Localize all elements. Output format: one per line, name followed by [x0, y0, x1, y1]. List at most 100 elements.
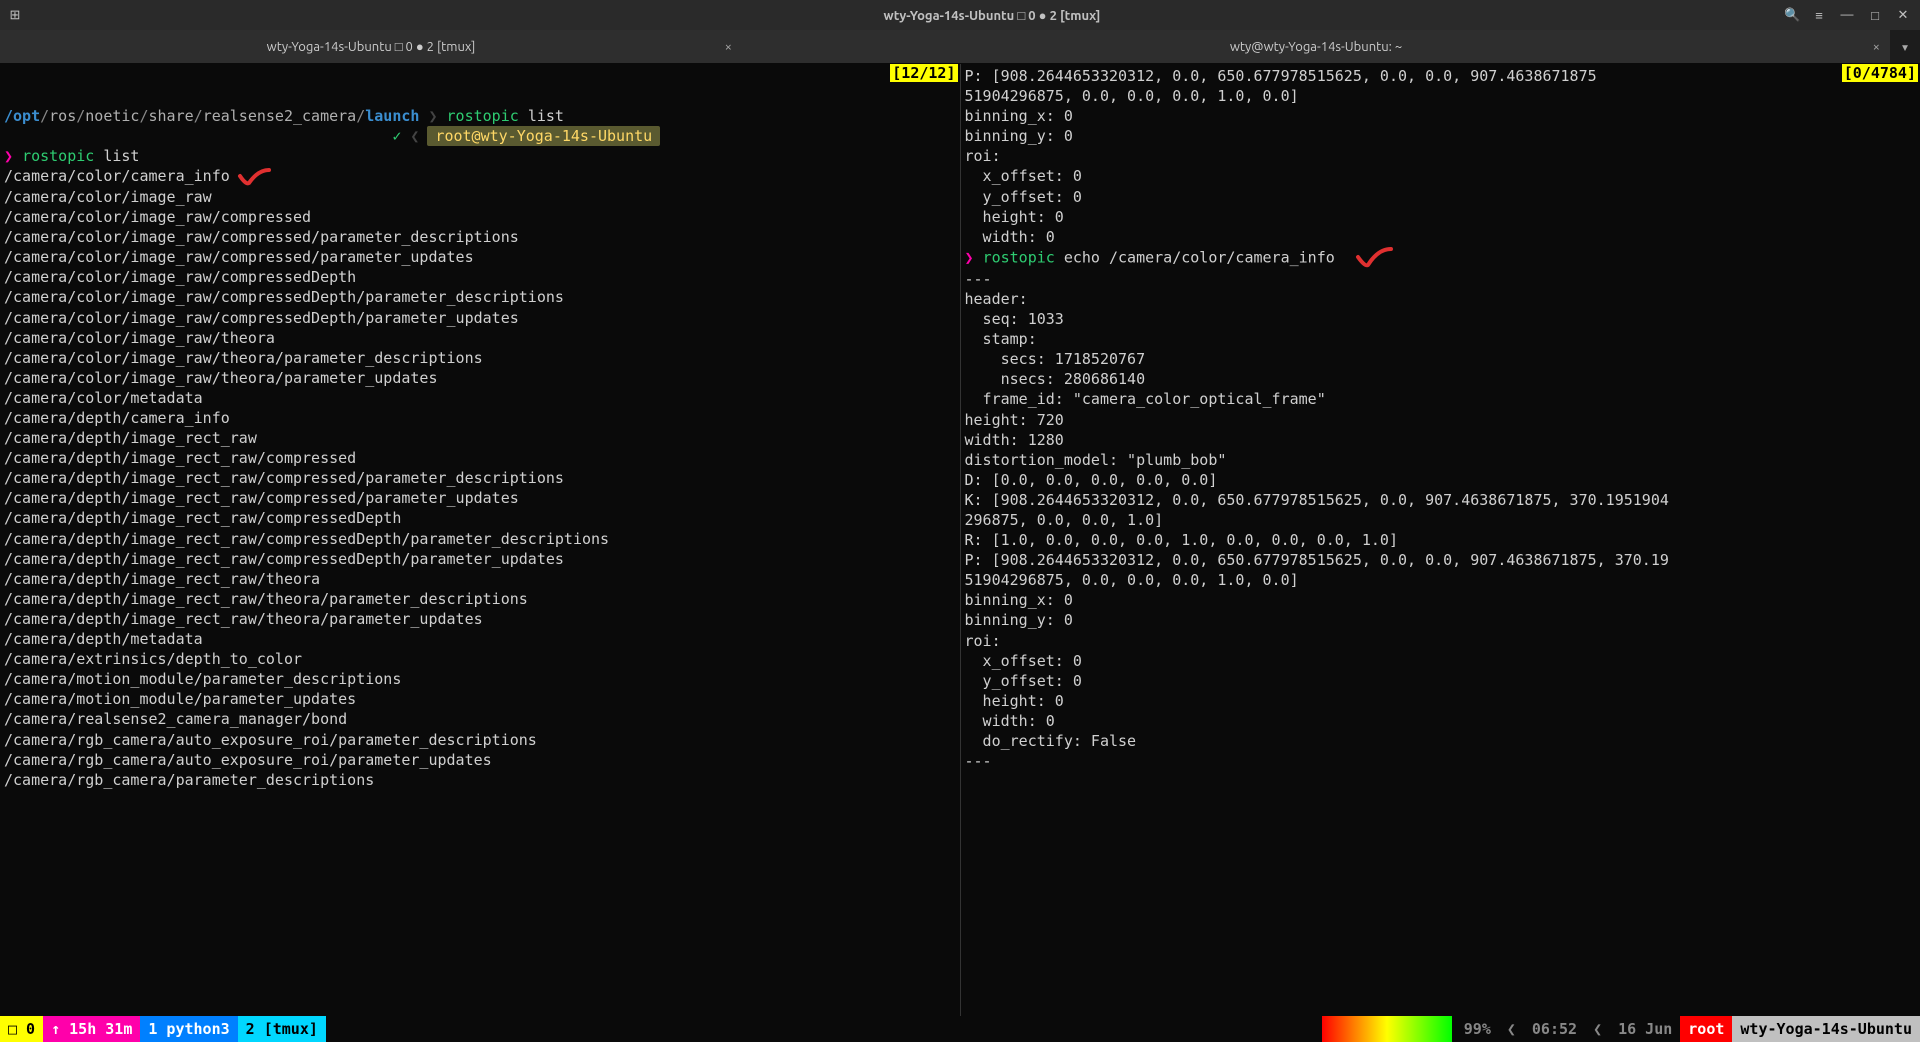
topic-line: /camera/color/image_raw/compressedDepth/… [0, 308, 960, 328]
topic-line: /camera/color/image_raw/theora [0, 328, 960, 348]
topic-line: /camera/depth/image_rect_raw/compressed/… [0, 468, 960, 488]
left-counter-badge: [12/12] [890, 64, 957, 82]
output-line: do_rectify: False [961, 731, 1920, 751]
output-line: y_offset: 0 [961, 187, 1920, 207]
topic-line: /camera/extrinsics/depth_to_color [0, 649, 960, 669]
topic-line: /camera/depth/image_rect_raw/theora/para… [0, 589, 960, 609]
topic-line: /camera/color/image_raw/compressed/param… [0, 227, 960, 247]
output-line: frame_id: "camera_color_optical_frame" [961, 389, 1920, 409]
output-line: --- [961, 751, 1920, 771]
topics-list: /camera/color/camera_info/camera/color/i… [0, 166, 960, 789]
topic-line: /camera/depth/image_rect_raw/compressed/… [0, 488, 960, 508]
sb-battery-gradient [1322, 1016, 1452, 1042]
topic-line: /camera/realsense2_camera_manager/bond [0, 709, 960, 729]
new-tab-icon[interactable]: ⊞ [8, 8, 22, 23]
output-line: P: [908.2644653320312, 0.0, 650.67797851… [961, 550, 1920, 570]
window-title: wty-Yoga-14s-Ubuntu □ 0 ● 2 [tmux] [200, 8, 1784, 23]
topic-line: /camera/color/image_raw [0, 187, 960, 207]
topic-line: /camera/color/image_raw/compressed/param… [0, 247, 960, 267]
tab-dropdown-icon[interactable]: ▾ [1890, 30, 1920, 63]
left-pane[interactable]: [12/12] /opt/ros/noetic/share/realsense2… [0, 64, 961, 1016]
right-body-output: --- header: seq: 1033 stamp: secs: 171852… [961, 269, 1920, 791]
output-line: 51904296875, 0.0, 0.0, 0.0, 1.0, 0.0] [961, 86, 1920, 106]
blank-line [0, 86, 960, 106]
output-line: R: [1.0, 0.0, 0.0, 0.0, 1.0, 0.0, 0.0, 0… [961, 530, 1920, 550]
right-prompt-line: ❯ rostopic echo /camera/color/camera_inf… [961, 247, 1920, 269]
topic-line: /camera/depth/image_rect_raw/compressedD… [0, 549, 960, 569]
user-badge-line: ✓ ❮root@wty-Yoga-14s-Ubuntu [0, 126, 960, 146]
tmux-statusbar: □ 0 ↑ 15h 31m 1 python3 2 [tmux] 99% ❮ 0… [0, 1016, 1920, 1042]
path-root: /opt [4, 107, 40, 125]
output-line: distortion_model: "plumb_bob" [961, 450, 1920, 470]
topic-line: /camera/color/image_raw/theora/parameter… [0, 348, 960, 368]
topic-line: /camera/depth/image_rect_raw/compressedD… [0, 529, 960, 549]
topic-line: /camera/depth/metadata [0, 629, 960, 649]
tab-bar: wty-Yoga-14s-Ubuntu □ 0 ● 2 [tmux] × wty… [0, 30, 1920, 64]
output-line: binning_y: 0 [961, 126, 1920, 146]
output-line: stamp: [961, 329, 1920, 349]
output-line: seq: 1033 [961, 309, 1920, 329]
output-line: y_offset: 0 [961, 671, 1920, 691]
right-top-output: P: [908.2644653320312, 0.0, 650.67797851… [961, 66, 1920, 247]
check-icon: ✓ [392, 127, 401, 145]
topic-line: /camera/depth/image_rect_raw/compressed [0, 448, 960, 468]
path-prompt-line: /opt/ros/noetic/share/realsense2_camera/… [0, 106, 960, 126]
output-line: 51904296875, 0.0, 0.0, 0.0, 1.0, 0.0] [961, 570, 1920, 590]
output-line: K: [908.2644653320312, 0.0, 650.67797851… [961, 490, 1920, 510]
sb-host: wty-Yoga-14s-Ubuntu [1732, 1016, 1920, 1042]
tab-1-label: wty-Yoga-14s-Ubuntu □ 0 ● 2 [tmux] [267, 39, 476, 54]
prompt-arrow-icon: ❯ [4, 147, 13, 165]
output-line: roi: [961, 631, 1920, 651]
sb-uptime: ↑ 15h 31m [43, 1016, 140, 1042]
output-line: binning_y: 0 [961, 610, 1920, 630]
tab-2-close-icon[interactable]: × [1873, 40, 1880, 54]
sb-battery-pct: 99% [1456, 1016, 1499, 1042]
output-line: x_offset: 0 [961, 651, 1920, 671]
sb-user: root [1680, 1016, 1732, 1042]
topic-line: /camera/rgb_camera/parameter_description… [0, 770, 960, 790]
red-check-annotation [1353, 247, 1393, 269]
minimize-icon[interactable]: — [1840, 8, 1854, 22]
topic-line: /camera/depth/image_rect_raw/theora [0, 569, 960, 589]
right-counter-badge: [0/4784] [1842, 64, 1918, 82]
sb-session[interactable]: □ 0 [0, 1016, 43, 1042]
topic-line: /camera/depth/camera_info [0, 408, 960, 428]
sb-time: 06:52 [1524, 1016, 1585, 1042]
user-badge: root@wty-Yoga-14s-Ubuntu [427, 126, 660, 146]
output-line: secs: 1718520767 [961, 349, 1920, 369]
sb-window-2[interactable]: 2 [tmux] [238, 1016, 326, 1042]
output-line: width: 0 [961, 711, 1920, 731]
topic-line: /camera/rgb_camera/auto_exposure_roi/par… [0, 750, 960, 770]
tab-2[interactable]: wty@wty-Yoga-14s-Ubuntu: ~ × [742, 30, 1890, 63]
right-pane[interactable]: [0/4784] P: [908.2644653320312, 0.0, 650… [961, 64, 1920, 1016]
sb-window-1[interactable]: 1 python3 [140, 1016, 237, 1042]
rostopic-cmd: rostopic [447, 107, 519, 125]
prompt-arrow-icon: ❯ [965, 248, 974, 266]
topic-line: /camera/color/image_raw/compressedDepth/… [0, 287, 960, 307]
output-line [961, 771, 1920, 791]
output-line: width: 0 [961, 227, 1920, 247]
close-icon[interactable]: ✕ [1896, 8, 1910, 23]
topic-line: /camera/motion_module/parameter_descript… [0, 669, 960, 689]
search-icon[interactable]: 🔍 [1784, 8, 1798, 23]
topic-line: /camera/color/metadata [0, 388, 960, 408]
output-line: height: 0 [961, 207, 1920, 227]
hamburger-icon[interactable]: ≡ [1812, 8, 1826, 23]
output-line: width: 1280 [961, 430, 1920, 450]
maximize-icon[interactable]: □ [1868, 8, 1882, 23]
output-line: height: 0 [961, 691, 1920, 711]
output-line: P: [908.2644653320312, 0.0, 650.67797851… [961, 66, 1920, 86]
blank-line [0, 66, 960, 86]
topic-line: /camera/color/image_raw/compressed [0, 207, 960, 227]
topic-line: /camera/rgb_camera/auto_exposure_roi/par… [0, 730, 960, 750]
prompt-line: ❯ rostopic list [0, 146, 960, 166]
topic-line: /camera/color/camera_info [0, 166, 960, 187]
topic-line: /camera/color/image_raw/compressedDepth [0, 267, 960, 287]
output-line: header: [961, 289, 1920, 309]
tab-1[interactable]: wty-Yoga-14s-Ubuntu □ 0 ● 2 [tmux] × [0, 30, 742, 63]
topic-line: /camera/depth/image_rect_raw/theora/para… [0, 609, 960, 629]
red-check-annotation [236, 167, 272, 187]
tab-1-close-icon[interactable]: × [725, 40, 732, 54]
prompt-cmd: rostopic [983, 248, 1055, 266]
output-line: 296875, 0.0, 0.0, 1.0] [961, 510, 1920, 530]
